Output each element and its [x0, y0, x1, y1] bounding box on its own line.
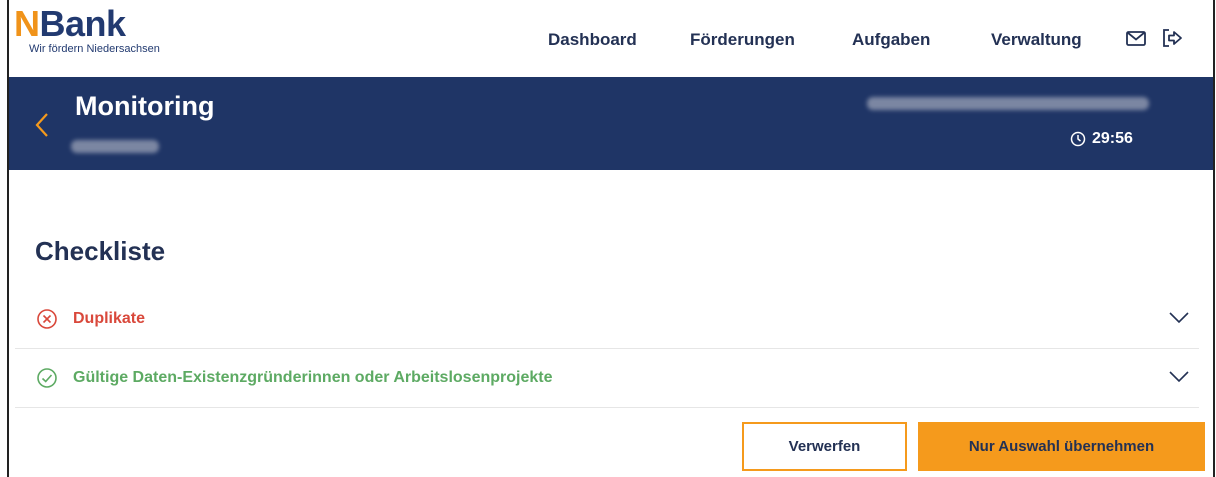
nav-dashboard[interactable]: Dashboard [548, 30, 637, 50]
checklist-item-label: Duplikate [73, 310, 146, 327]
top-navigation: NBank Wir fördern Niedersachsen Dashboar… [9, 0, 1213, 77]
checklist-item-gueltige-daten[interactable]: Gültige Daten-Existenzgründerinnen oder … [15, 349, 1199, 408]
logo-accent: N [14, 3, 40, 44]
nav-foerderungen[interactable]: Förderungen [690, 30, 795, 50]
logo-main: Bank [39, 3, 127, 44]
session-timer: 29:56 [1070, 130, 1133, 148]
page-header-banner: Monitoring 29:56 [9, 77, 1213, 170]
discard-button[interactable]: Verwerfen [742, 422, 907, 471]
checklist-item-duplikate[interactable]: Duplikate [15, 290, 1199, 349]
checklist-item-label: Gültige Daten-Existenzgründerinnen oder … [73, 369, 553, 386]
nav-verwaltung[interactable]: Verwaltung [991, 30, 1082, 50]
checklist-title: Checkliste [35, 236, 166, 266]
chevron-down-icon[interactable] [1168, 311, 1190, 325]
chevron-left-icon[interactable] [33, 111, 51, 139]
timer-value: 29:56 [1092, 130, 1133, 147]
check-circle-icon [37, 368, 57, 388]
x-circle-icon [37, 309, 57, 329]
chevron-down-icon[interactable] [1168, 370, 1190, 384]
logout-icon[interactable] [1161, 27, 1183, 49]
redacted-reference [867, 97, 1149, 110]
page-title: Monitoring [75, 91, 215, 121]
logo-tagline: Wir fördern Niedersachsen [29, 43, 160, 55]
redacted-subtitle [71, 140, 159, 153]
logo-wordmark: NBank [14, 6, 160, 42]
clock-icon [1070, 131, 1086, 147]
nav-aufgaben[interactable]: Aufgaben [852, 30, 930, 50]
mail-icon[interactable] [1125, 27, 1147, 49]
nbank-logo[interactable]: NBank Wir fördern Niedersachsen [14, 6, 160, 56]
apply-selection-button[interactable]: Nur Auswahl übernehmen [918, 422, 1205, 471]
window-border-right [1213, 0, 1215, 477]
